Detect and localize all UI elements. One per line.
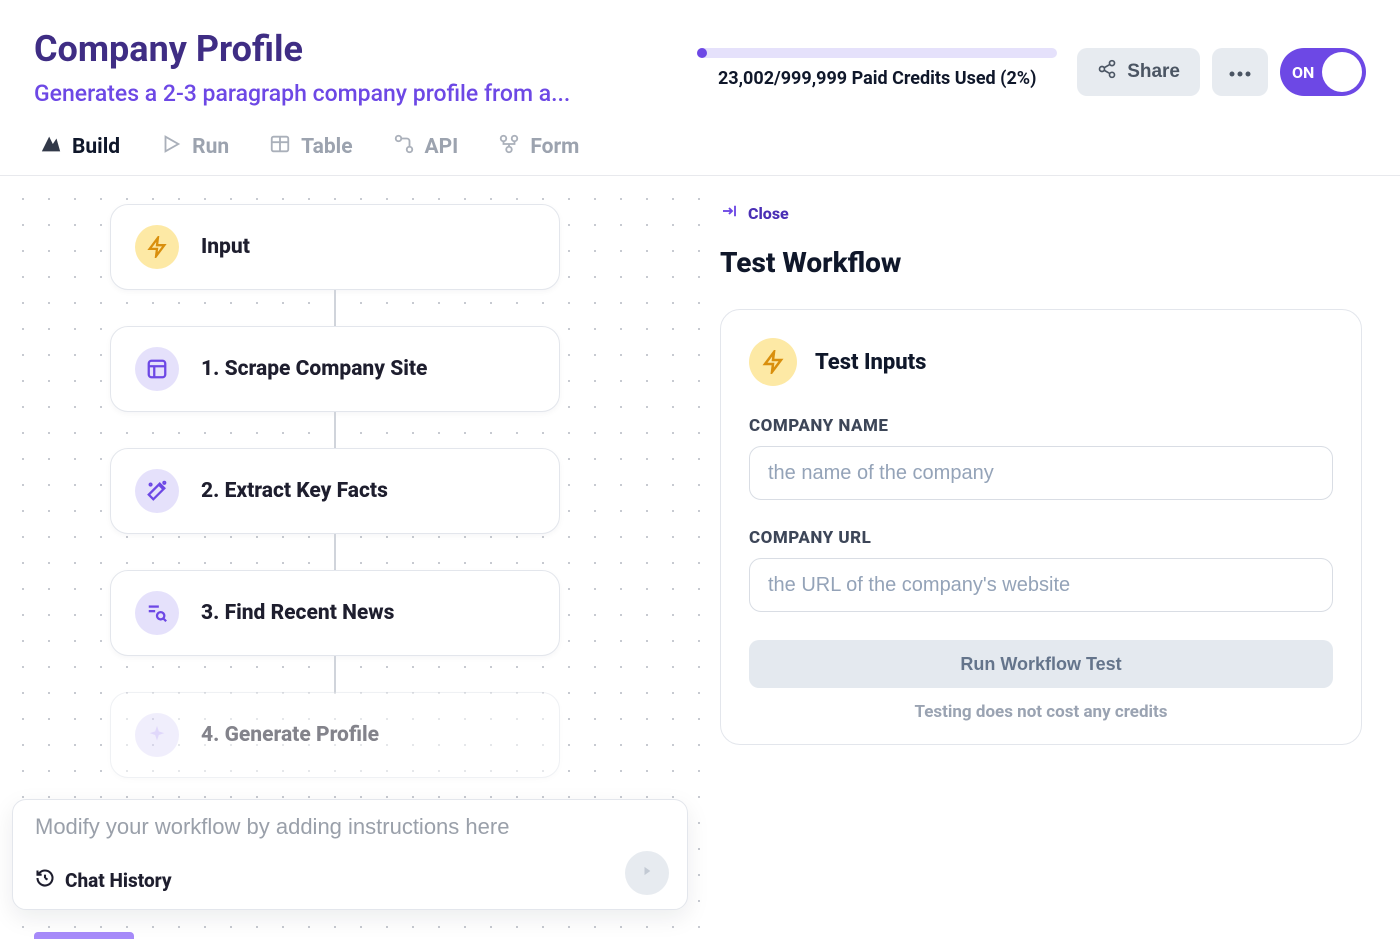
workflow-canvas[interactable]: Input 1. Scrape Company Site 2. Extract … (0, 176, 700, 930)
node-generate[interactable]: 4. Generate Profile (110, 692, 560, 778)
close-arrow-icon (720, 202, 738, 224)
dots-icon (1228, 61, 1252, 83)
node-label: 4. Generate Profile (201, 723, 379, 747)
tab-run[interactable]: Run (160, 133, 229, 175)
panel-title: Test Workflow (720, 246, 1362, 279)
tab-form[interactable]: Form (498, 133, 579, 175)
node-scrape[interactable]: 1. Scrape Company Site (110, 326, 560, 412)
share-icon (1097, 59, 1117, 85)
field-label-company-url: COMPANY URL (749, 528, 1333, 548)
tabs: Build Run Table API Form (0, 107, 1400, 176)
test-inputs-card: Test Inputs COMPANY NAME COMPANY URL Run… (720, 309, 1362, 745)
bolt-icon (135, 225, 179, 269)
send-icon (637, 861, 657, 885)
node-label: 2. Extract Key Facts (201, 479, 388, 503)
node-label: 1. Scrape Company Site (201, 357, 427, 381)
share-label: Share (1127, 61, 1180, 83)
sparkle-icon (135, 713, 179, 757)
chat-history-button[interactable]: Chat History (35, 868, 665, 893)
tab-table[interactable]: Table (269, 133, 352, 175)
wand-icon (135, 469, 179, 513)
share-button[interactable]: Share (1077, 48, 1200, 96)
layout-icon (135, 347, 179, 391)
company-name-input[interactable] (749, 446, 1333, 500)
page-subtitle: Generates a 2-3 paragraph company profil… (34, 80, 624, 107)
api-icon (393, 133, 415, 161)
more-button[interactable] (1212, 48, 1268, 96)
build-icon (40, 133, 62, 161)
credits-text: 23,002/999,999 Paid Credits Used (2%) (718, 68, 1036, 89)
table-icon (269, 133, 291, 161)
node-input[interactable]: Input (110, 204, 560, 290)
bolt-icon (749, 338, 797, 386)
close-label: Close (748, 204, 789, 223)
company-url-input[interactable] (749, 558, 1333, 612)
card-title: Test Inputs (815, 350, 926, 375)
toggle-label: ON (1292, 63, 1314, 82)
tab-build[interactable]: Build (40, 133, 120, 175)
node-extract[interactable]: 2. Extract Key Facts (110, 448, 560, 534)
history-icon (35, 868, 55, 893)
node-news[interactable]: 3. Find Recent News (110, 570, 560, 656)
form-icon (498, 133, 520, 161)
enabled-toggle[interactable]: ON (1280, 48, 1366, 96)
credits-meter: 23,002/999,999 Paid Credits Used (2%) (697, 28, 1057, 89)
field-label-company-name: COMPANY NAME (749, 416, 1333, 436)
tab-api[interactable]: API (393, 133, 459, 175)
node-label: Input (201, 235, 250, 259)
node-label: 3. Find Recent News (201, 601, 394, 625)
chat-input[interactable] (35, 814, 665, 840)
test-hint: Testing does not cost any credits (749, 702, 1333, 722)
chat-bar: Chat History (12, 799, 688, 910)
search-list-icon (135, 591, 179, 635)
send-button[interactable] (625, 851, 669, 895)
close-panel-button[interactable]: Close (720, 202, 1362, 224)
play-icon (160, 133, 182, 161)
page-title: Company Profile (34, 28, 677, 70)
run-test-button[interactable]: Run Workflow Test (749, 640, 1333, 688)
chat-history-label: Chat History (65, 869, 172, 892)
